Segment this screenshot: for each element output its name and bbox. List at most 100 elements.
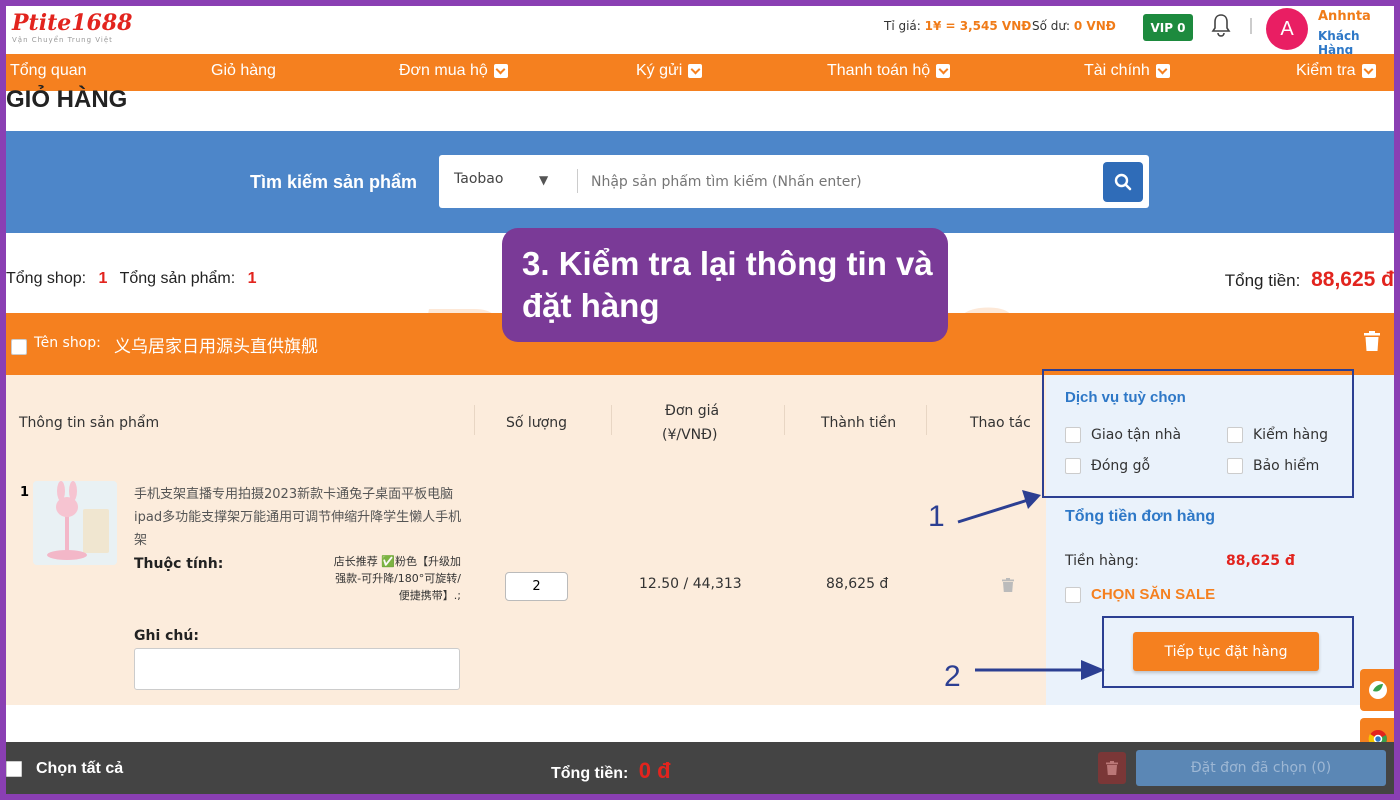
bulk-delete-button[interactable] — [1098, 752, 1126, 784]
option-label: Kiểm hàng — [1253, 427, 1328, 443]
user-role: Khách Hàng — [1318, 29, 1360, 57]
instruction-callout: 3. Kiểm tra lại thông tin và đặt hàng — [502, 228, 948, 342]
main-nav: Tổng quan Giỏ hàng Đơn mua hộ Ký gửi Tha… — [6, 54, 1394, 91]
column-divider — [611, 405, 612, 435]
nav-item-payment[interactable]: Thanh toán hộ — [827, 62, 951, 80]
column-divider — [784, 405, 785, 435]
search-box: Taobao ▼ — [439, 155, 1149, 208]
cart-summary: Tổng shop: 1 Tổng sản phẩm: 1 — [6, 270, 257, 288]
nav-label: Tài chính — [1084, 62, 1150, 79]
select-all-label: Chọn tất cả — [36, 760, 124, 777]
step-marker-1: 1 — [928, 500, 945, 533]
search-icon — [1114, 173, 1132, 191]
goods-label: Tiền hàng: — [1065, 553, 1139, 569]
header-subtotal: Thành tiền — [821, 415, 897, 431]
unit-price: 12.50 / 44,313 — [639, 576, 742, 592]
page-title: GIỎ HÀNG — [6, 86, 128, 113]
option-wood-packing[interactable]: Đóng gỗ — [1065, 458, 1150, 474]
bottom-total: Tổng tiền: 0 đ — [551, 758, 671, 784]
bottom-bar: Chọn tất cả Tổng tiền: 0 đ Đặt đơn đã ch… — [6, 742, 1394, 794]
chevron-down-icon — [1155, 64, 1170, 78]
source-select[interactable]: Taobao — [454, 171, 503, 187]
trash-icon — [1106, 761, 1118, 775]
option-inspection[interactable]: Kiểm hàng — [1227, 427, 1328, 443]
checkbox[interactable] — [1065, 586, 1081, 603]
nav-item-overview[interactable]: Tổng quan — [10, 62, 87, 80]
trash-icon[interactable] — [1364, 331, 1380, 353]
floating-contact-button[interactable] — [1360, 669, 1394, 711]
bottom-total-value: 0 đ — [638, 758, 671, 783]
row-subtotal: 88,625 đ — [826, 576, 889, 592]
screenshot-frame: Ptite1688 Vận Chuyển Trung Việt Ptite168… — [6, 6, 1394, 794]
avatar[interactable]: A — [1266, 8, 1308, 50]
shop-checkbox[interactable] — [11, 339, 27, 355]
chevron-down-icon — [1361, 64, 1376, 78]
exchange-rate: Tỉ giá: 1¥ = 3,545 VNĐ — [884, 19, 1031, 33]
option-home-delivery[interactable]: Giao tận nhà — [1065, 427, 1181, 443]
column-divider — [474, 405, 475, 435]
order-selected-button[interactable]: Đặt đơn đã chọn (0) — [1136, 750, 1386, 786]
note-input[interactable] — [134, 648, 460, 690]
shop-label: Tên shop: — [34, 335, 101, 351]
note-label: Ghi chú: — [134, 628, 199, 644]
shop-name[interactable]: 义乌居家日用源头直供旗舰 — [114, 332, 318, 357]
top-header: Ptite1688 Vận Chuyển Trung Việt Tỉ giá: … — [6, 6, 1394, 57]
dropdown-arrow-icon[interactable]: ▼ — [539, 173, 548, 187]
search-button[interactable] — [1103, 162, 1143, 202]
search-label: Tìm kiếm sản phẩm — [250, 172, 418, 192]
select-all[interactable]: Chọn tất cả — [6, 760, 123, 778]
arrow-icon — [975, 660, 1105, 680]
continue-order-button[interactable]: Tiếp tục đặt hàng — [1133, 632, 1319, 671]
header-actions: Thao tác — [970, 415, 1031, 431]
attribute-label: Thuộc tính: — [134, 556, 224, 572]
nav-item-cart[interactable]: Giỏ hàng — [211, 62, 276, 80]
logo[interactable]: Ptite1688 — [12, 10, 132, 36]
services-title: Dịch vụ tuỳ chọn — [1065, 389, 1186, 406]
trash-icon[interactable] — [1002, 577, 1014, 592]
option-insurance[interactable]: Bảo hiểm — [1227, 458, 1319, 474]
row-index: 1 — [20, 485, 30, 500]
search-divider — [577, 169, 578, 193]
header-unit-price-unit: (¥/VNĐ) — [662, 427, 718, 443]
nav-label: Tổng quan — [10, 62, 87, 79]
sale-option[interactable]: CHỌN SĂN SALE — [1065, 586, 1215, 603]
checkbox[interactable] — [1065, 458, 1081, 474]
nav-label: Kiểm tra — [1296, 62, 1356, 79]
checkbox[interactable] — [1227, 458, 1243, 474]
rate-label: Tỉ giá: — [884, 19, 921, 33]
attribute-value: 店长推荐 ✅粉色【升级加强款-可升降/180°可旋转/便捷携带】.; — [333, 555, 461, 602]
nav-label: Ký gửi — [636, 62, 683, 79]
bell-icon[interactable] — [1209, 12, 1233, 40]
nav-label: Giỏ hàng — [211, 62, 276, 79]
checkbox[interactable] — [1065, 427, 1081, 443]
vip-badge[interactable]: VIP 0 — [1143, 14, 1193, 41]
nav-item-consignment[interactable]: Ký gửi — [636, 62, 703, 80]
quantity-input[interactable]: 2 — [505, 572, 568, 601]
header-unit-price: Đơn giá — [665, 403, 720, 419]
nav-item-check[interactable]: Kiểm tra — [1296, 62, 1376, 80]
balance-value: 0 VNĐ — [1073, 19, 1116, 33]
order-total-title: Tổng tiền đơn hàng — [1065, 508, 1216, 525]
option-label: Bảo hiểm — [1253, 458, 1320, 474]
product-name[interactable]: 手机支架直播专用拍摄2023新款卡通兔子桌面平板电脑ipad多功能支撑架万能通用… — [134, 483, 464, 552]
checkbox[interactable] — [6, 761, 22, 777]
checkbox[interactable] — [1227, 427, 1243, 443]
option-label: Đóng gỗ — [1091, 458, 1151, 474]
option-label: Giao tận nhà — [1091, 427, 1182, 443]
logo-subtitle: Vận Chuyển Trung Việt — [12, 36, 113, 44]
goods-value: 88,625 đ — [1226, 553, 1295, 569]
header-qty: Số lượng — [506, 415, 567, 431]
chevron-down-icon — [493, 64, 508, 78]
sale-label: CHỌN SĂN SALE — [1091, 586, 1216, 603]
bottom-total-label: Tổng tiền: — [551, 765, 629, 782]
step-marker-2: 2 — [944, 660, 961, 693]
nav-item-finance[interactable]: Tài chính — [1084, 62, 1170, 80]
balance-label: Số dư: — [1032, 19, 1071, 33]
nav-item-purchase-orders[interactable]: Đơn mua hộ — [399, 62, 508, 80]
search-input[interactable] — [589, 163, 1093, 201]
total-value: 88,625 đ — [1311, 268, 1394, 291]
product-image[interactable] — [33, 481, 117, 565]
cart-total: Tổng tiền: 88,625 đ — [1225, 268, 1394, 292]
shops-label: Tổng shop: — [6, 270, 87, 287]
user-name[interactable]: Anhnta — [1318, 9, 1371, 24]
